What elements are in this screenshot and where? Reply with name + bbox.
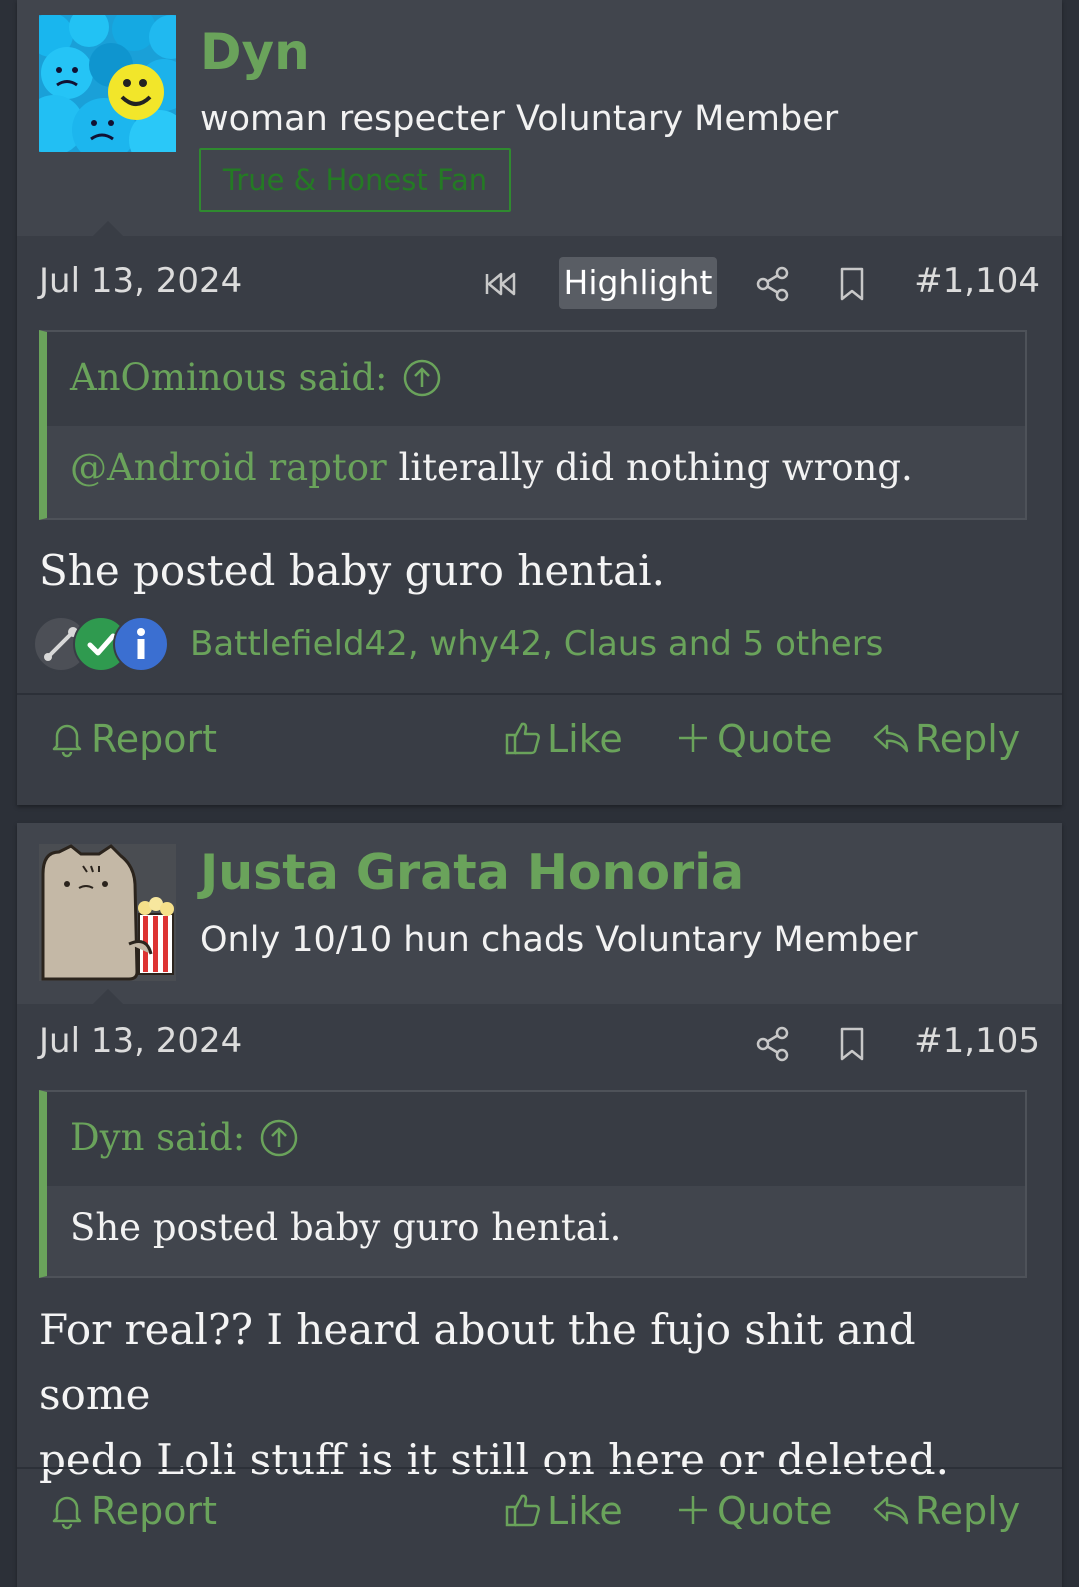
post-body: For real?? I heard about the fujo shit a…: [39, 1297, 1039, 1492]
post-date[interactable]: Jul 13, 2024: [39, 262, 242, 300]
like-button[interactable]: Like: [503, 713, 623, 765]
quote-author[interactable]: Dyn said:: [70, 1116, 245, 1159]
quote-body: @Android raptor literally did nothing wr…: [47, 426, 1025, 518]
divider: [17, 693, 1062, 695]
quote-button[interactable]: Quote: [673, 1485, 833, 1537]
quote-label: Quote: [717, 1489, 833, 1533]
quote-author[interactable]: AnOminous said:: [70, 356, 388, 399]
post-body: She posted baby guro hentai.: [39, 546, 665, 595]
quote-content: literally did nothing wrong.: [386, 446, 913, 489]
report-label: Report: [91, 1489, 217, 1533]
reply-label: Reply: [915, 1489, 1021, 1533]
post-1105: Justa Grata Honoria Only 10/10 hun chads…: [17, 823, 1062, 1587]
user-title: woman respecter Voluntary Member: [200, 99, 839, 139]
avatar[interactable]: [39, 844, 176, 981]
post-number[interactable]: #1,104: [914, 262, 1040, 300]
post-date[interactable]: Jul 13, 2024: [39, 1022, 242, 1060]
reply-button[interactable]: Reply: [871, 713, 1020, 765]
post-actions: Report Like Quote Reply: [17, 1477, 1062, 1547]
header-notch: [93, 221, 123, 236]
user-title: Only 10/10 hun chads Voluntary Member: [200, 920, 918, 960]
plus-icon: [673, 1489, 717, 1533]
post-number[interactable]: #1,105: [914, 1022, 1040, 1060]
username[interactable]: Dyn: [200, 27, 310, 77]
post-1104: Dyn woman respecter Voluntary Member Tru…: [17, 0, 1062, 805]
reply-label: Reply: [915, 717, 1021, 761]
info-icon: [113, 616, 169, 672]
thumbs-up-icon: [503, 717, 547, 761]
plus-icon: [673, 717, 717, 761]
quote-block: Dyn said: She posted baby guro hentai.: [39, 1090, 1027, 1278]
reply-arrow-icon: [871, 1489, 915, 1533]
reaction-users[interactable]: Battlefield42, why42, Claus and 5 others: [190, 625, 883, 663]
user-header: Justa Grata Honoria Only 10/10 hun chads…: [17, 823, 1062, 1004]
arrow-up-circle-icon[interactable]: [402, 358, 442, 398]
report-button[interactable]: Report: [47, 1485, 217, 1537]
quote-text: @Android raptor literally did nothing wr…: [70, 446, 913, 490]
user-mention[interactable]: @Android raptor: [70, 446, 387, 489]
quote-attribution[interactable]: Dyn said:: [70, 1116, 299, 1160]
share-icon[interactable]: [753, 264, 793, 304]
quote-header: AnOminous said:: [47, 332, 1025, 426]
reply-arrow-icon: [871, 717, 915, 761]
quote-attribution[interactable]: AnOminous said:: [70, 356, 442, 400]
rewind-icon[interactable]: [481, 264, 521, 304]
quote-text: She posted baby guro hentai.: [70, 1206, 622, 1249]
report-button[interactable]: Report: [47, 713, 217, 765]
quote-label: Quote: [717, 717, 833, 761]
reply-button[interactable]: Reply: [871, 1485, 1020, 1537]
thumbs-up-icon: [503, 1489, 547, 1533]
post-meta: Jul 13, 2024 #1,105: [17, 1015, 1062, 1075]
user-banner: True & Honest Fan: [199, 148, 511, 212]
divider: [17, 1467, 1062, 1469]
highlight-button[interactable]: Highlight: [559, 257, 717, 309]
post-actions: Report Like Quote Reply: [17, 705, 1062, 775]
quote-block: AnOminous said: @Android raptor literall…: [39, 330, 1027, 520]
bookmark-icon[interactable]: [832, 264, 872, 304]
username[interactable]: Justa Grata Honoria: [200, 848, 744, 897]
bookmark-icon[interactable]: [832, 1024, 872, 1064]
header-notch: [93, 989, 123, 1004]
arrow-up-circle-icon[interactable]: [259, 1118, 299, 1158]
bell-icon: [47, 717, 91, 761]
avatar[interactable]: [39, 15, 176, 152]
like-label: Like: [547, 717, 623, 761]
quote-button[interactable]: Quote: [673, 713, 833, 765]
post-body-line: For real?? I heard about the fujo shit a…: [39, 1305, 916, 1419]
report-label: Report: [91, 717, 217, 761]
post-meta: Jul 13, 2024 Highlight #1,104: [17, 255, 1062, 315]
like-button[interactable]: Like: [503, 1485, 623, 1537]
quote-body: She posted baby guro hentai.: [47, 1186, 1025, 1276]
bell-icon: [47, 1489, 91, 1533]
reactions-bar[interactable]: Battlefield42, why42, Claus and 5 others: [33, 614, 1043, 674]
quote-header: Dyn said:: [47, 1092, 1025, 1186]
share-icon[interactable]: [753, 1024, 793, 1064]
like-label: Like: [547, 1489, 623, 1533]
user-header: Dyn woman respecter Voluntary Member Tru…: [17, 0, 1062, 236]
